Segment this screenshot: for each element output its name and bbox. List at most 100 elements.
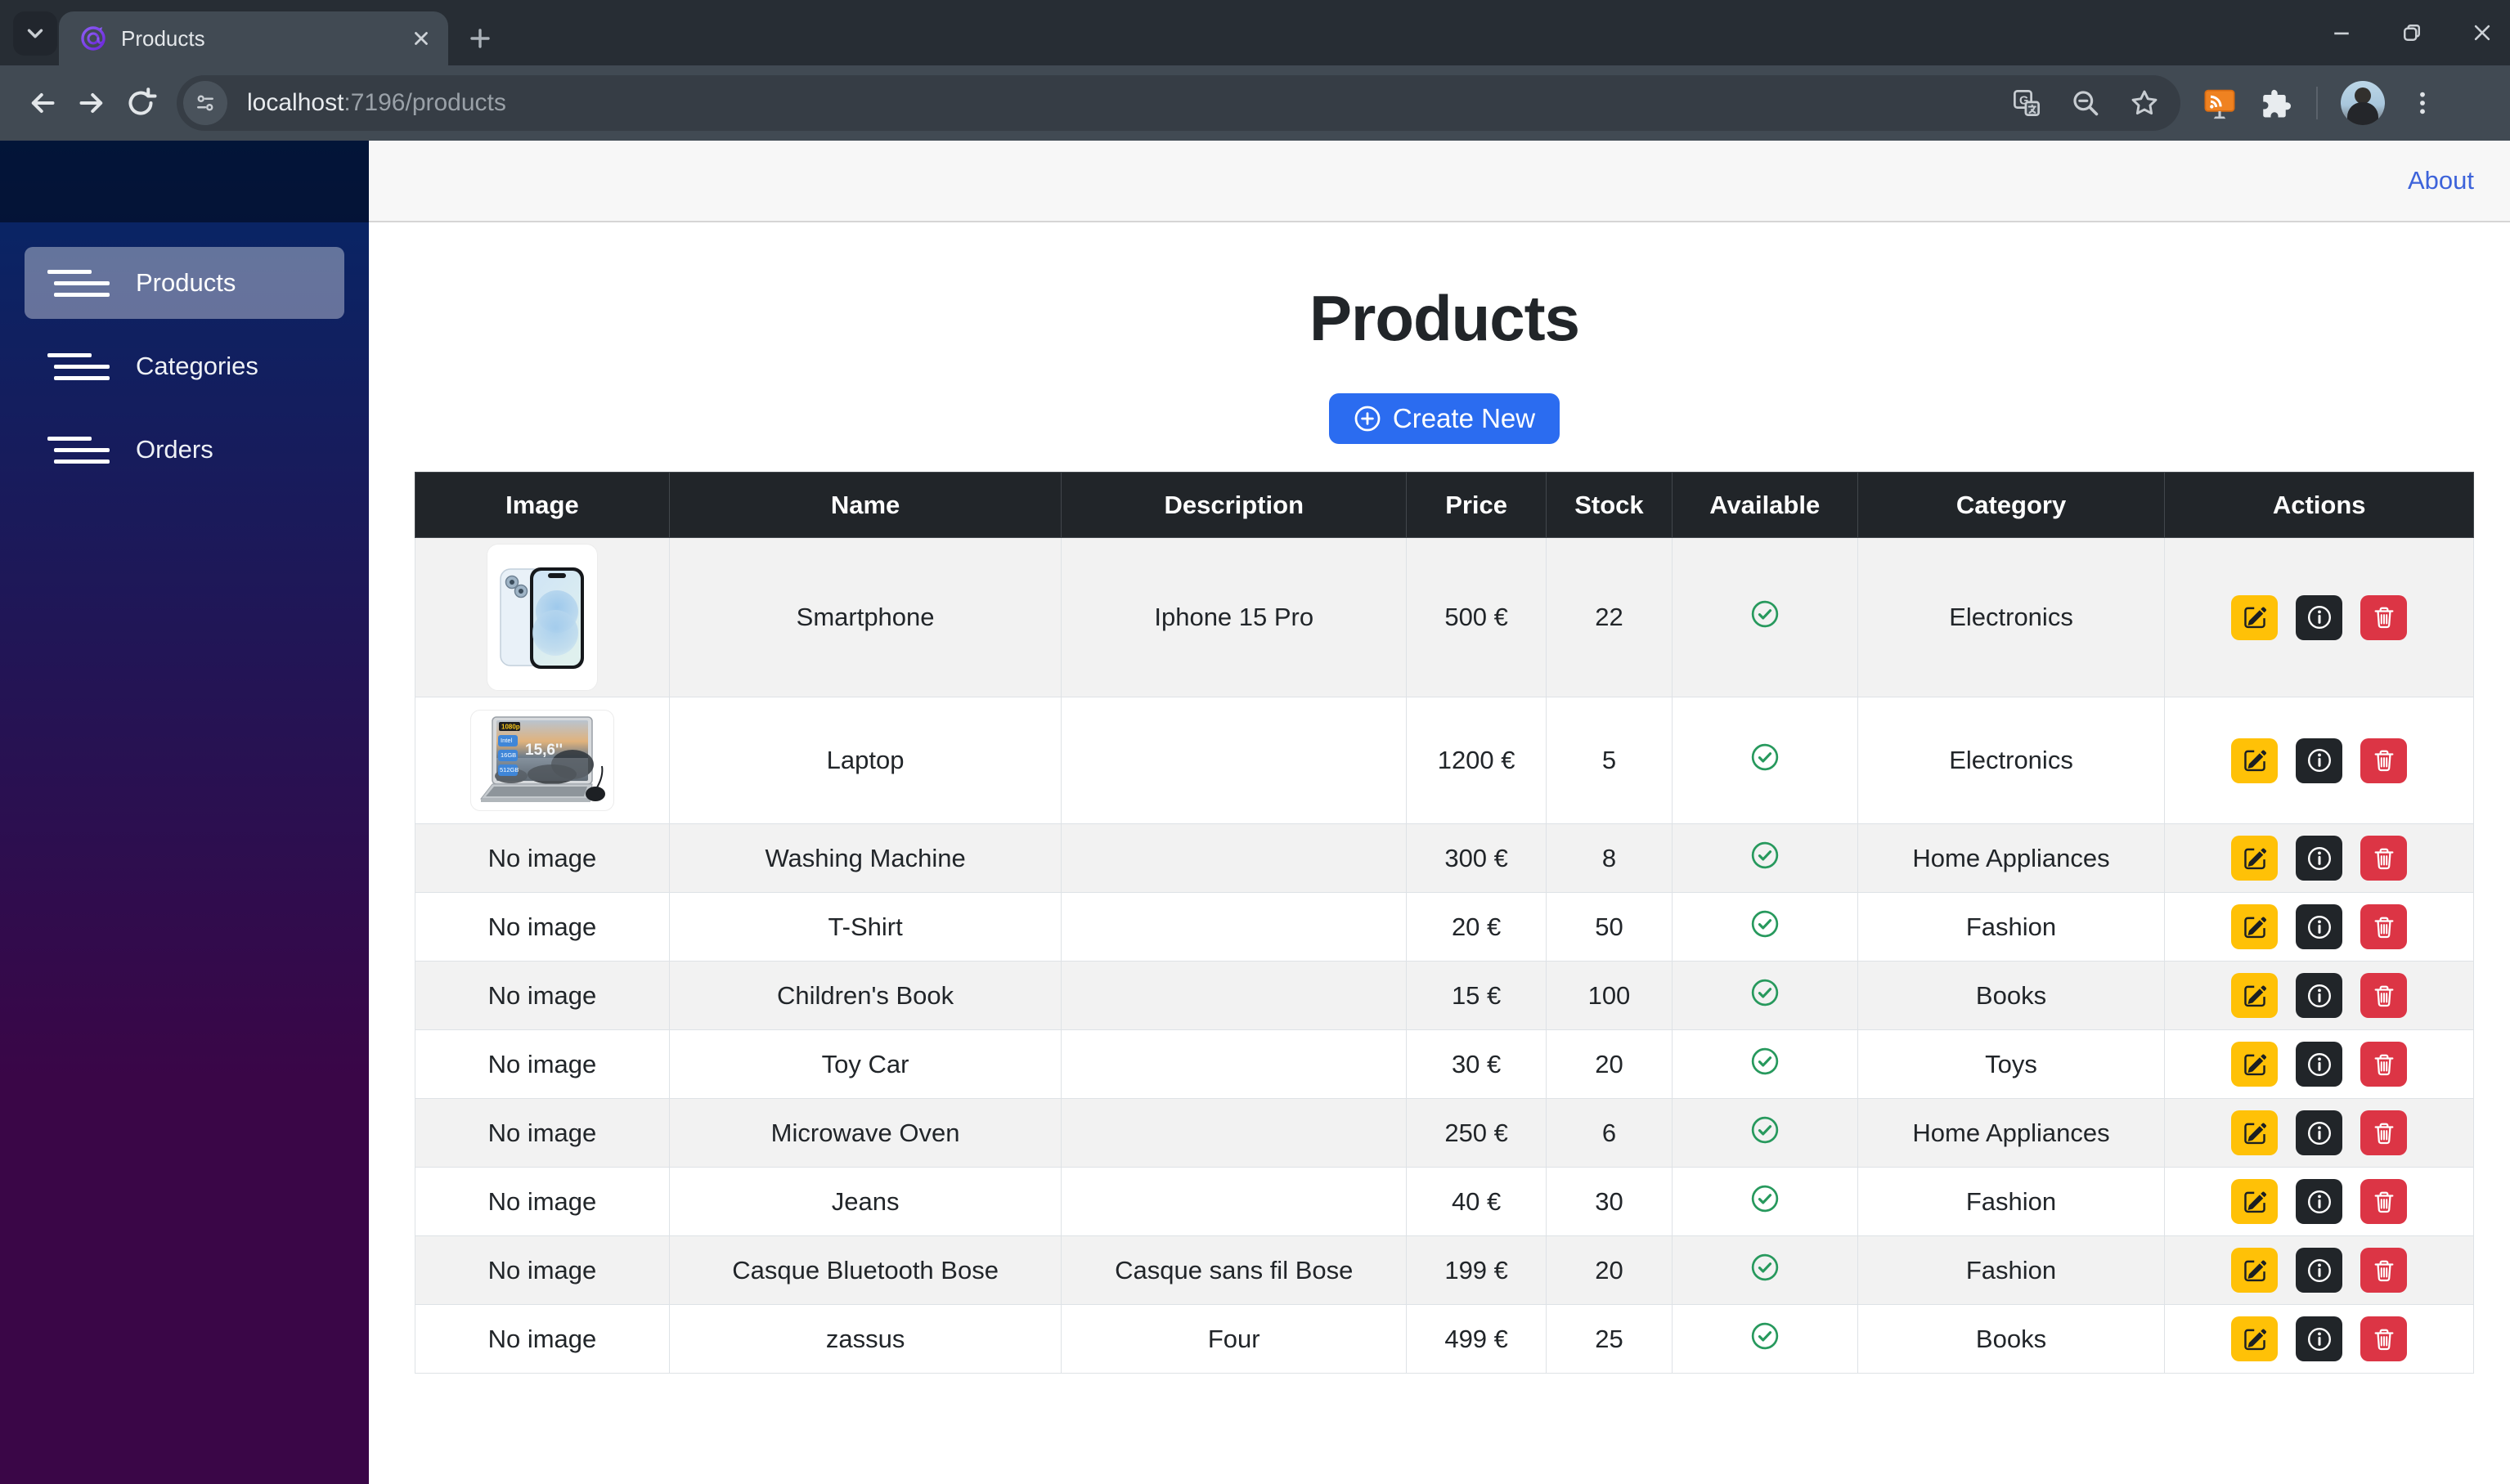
pencil-square-icon [2243, 750, 2266, 772]
no-image-text: No image [487, 1324, 597, 1353]
table-row: No image Microwave Oven 250 € 6 Home App… [415, 1098, 2474, 1168]
edit-button[interactable] [2231, 973, 2279, 1018]
menu-kebab-icon[interactable] [2408, 88, 2437, 118]
zoom-out-icon[interactable] [2071, 88, 2100, 118]
delete-button[interactable] [2360, 973, 2408, 1018]
sidebar-item-orders[interactable]: Orders [25, 414, 344, 486]
sidebar-brand-row [0, 141, 369, 222]
sidebar-item-categories[interactable]: Categories [25, 330, 344, 402]
trash-icon [2374, 917, 2394, 938]
trash-icon [2374, 607, 2394, 629]
profile-avatar[interactable] [2341, 81, 2385, 125]
details-button[interactable] [2296, 904, 2343, 949]
delete-button[interactable] [2360, 1110, 2408, 1155]
page-title: Products [1309, 282, 1580, 354]
about-link[interactable]: About [2408, 166, 2474, 195]
cell-price: 30 € [1406, 1029, 1547, 1099]
delete-button[interactable] [2360, 1042, 2408, 1087]
sidebar-item-label: Products [136, 268, 236, 297]
pencil-square-icon [2243, 1260, 2266, 1281]
edit-button[interactable] [2231, 836, 2279, 881]
svg-text:Intel: Intel [501, 737, 513, 744]
site-info-button[interactable] [183, 81, 227, 125]
table-row: No image Casque Bluetooth Bose Casque sa… [415, 1235, 2474, 1305]
extensions-puzzle-icon[interactable] [2261, 87, 2293, 119]
table-row: No image zassus Four 499 € 25 Books [415, 1304, 2474, 1374]
trash-icon [2374, 1260, 2394, 1281]
cell-description [1061, 892, 1408, 962]
window-minimize-button[interactable] [2330, 21, 2353, 44]
details-button[interactable] [2296, 836, 2343, 881]
delete-button[interactable] [2360, 1316, 2408, 1361]
edit-button[interactable] [2231, 1042, 2279, 1087]
tab-close-icon[interactable] [411, 28, 432, 49]
edit-button[interactable] [2231, 594, 2279, 640]
available-check-icon [1750, 1321, 1780, 1351]
col-header-available: Available [1671, 472, 1858, 538]
cell-name: T-Shirt [668, 892, 1062, 962]
edit-button[interactable] [2231, 1179, 2279, 1224]
browser-tabstrip: Products [0, 0, 2510, 65]
details-button[interactable] [2296, 973, 2343, 1018]
details-button[interactable] [2296, 1179, 2343, 1224]
cell-category: Books [1857, 1304, 2166, 1374]
available-check-icon [1750, 841, 1780, 870]
edit-button[interactable] [2231, 1248, 2279, 1293]
window-close-button[interactable] [2471, 21, 2494, 44]
delete-button[interactable] [2360, 836, 2408, 881]
edit-button[interactable] [2231, 904, 2279, 949]
forward-button[interactable] [67, 78, 116, 128]
svg-text:15,6'': 15,6'' [525, 742, 563, 759]
list-icon [47, 269, 110, 297]
pencil-square-icon [2243, 917, 2266, 938]
window-restore-button[interactable] [2400, 21, 2423, 44]
sidebar-item-products[interactable]: Products [25, 247, 344, 319]
cell-description: Iphone 15 Pro [1061, 537, 1408, 697]
delete-button[interactable] [2360, 738, 2408, 783]
back-button[interactable] [18, 78, 67, 128]
trash-icon [2374, 750, 2394, 772]
details-button[interactable] [2296, 1110, 2343, 1155]
browser-tab-products[interactable]: Products [59, 11, 448, 65]
info-circle-icon [2307, 915, 2331, 939]
cell-stock: 20 [1546, 1029, 1673, 1099]
details-button[interactable] [2296, 1316, 2343, 1361]
delete-button[interactable] [2360, 1179, 2408, 1224]
screen-cast-extension-icon[interactable] [2202, 85, 2238, 121]
reload-button[interactable] [116, 78, 165, 128]
back-arrow-icon [31, 93, 55, 113]
bookmark-star-icon[interactable] [2130, 88, 2159, 118]
blazor-favicon [81, 26, 106, 51]
translate-icon[interactable]: G [2012, 88, 2041, 118]
cell-name: Laptop [668, 697, 1062, 824]
cell-category: Toys [1857, 1029, 2166, 1099]
details-button[interactable] [2296, 1248, 2343, 1293]
plus-circle-icon [1354, 406, 1381, 432]
reload-icon [128, 87, 157, 115]
trash-icon [2374, 985, 2394, 1007]
details-button[interactable] [2296, 594, 2343, 640]
address-bar[interactable]: localhost:7196/products G [177, 75, 2180, 131]
url-text[interactable]: localhost:7196/products [247, 89, 506, 117]
create-new-button[interactable]: Create New [1328, 393, 1560, 444]
delete-button[interactable] [2360, 1248, 2408, 1293]
info-circle-icon [2307, 605, 2331, 630]
svg-text:512GB: 512GB [500, 766, 519, 773]
details-button[interactable] [2296, 738, 2343, 783]
sidebar-item-label: Categories [136, 352, 258, 380]
new-tab-button[interactable] [458, 16, 502, 61]
pencil-square-icon [2243, 1123, 2266, 1144]
tab-search-button[interactable] [13, 11, 57, 56]
cell-category: Electronics [1857, 537, 2166, 697]
edit-button[interactable] [2231, 738, 2279, 783]
edit-button[interactable] [2231, 1316, 2279, 1361]
cell-name: Toy Car [668, 1029, 1062, 1099]
edit-button[interactable] [2231, 1110, 2279, 1155]
details-button[interactable] [2296, 1042, 2343, 1087]
toolbar-divider [2316, 87, 2318, 119]
cell-category: Fashion [1857, 892, 2166, 962]
available-check-icon [1750, 978, 1780, 1007]
delete-button[interactable] [2360, 904, 2408, 949]
cell-description [1061, 961, 1408, 1030]
delete-button[interactable] [2360, 594, 2408, 640]
